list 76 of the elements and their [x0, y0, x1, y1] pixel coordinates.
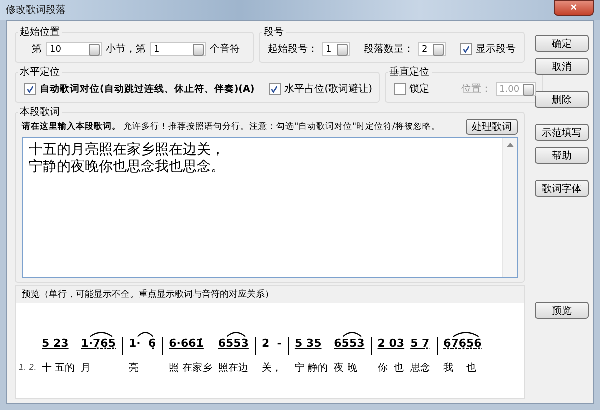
- group-title: 起始位置: [19, 26, 61, 39]
- lyric-syllable: 亮: [128, 362, 139, 375]
- lyric-syllable: 你 也: [378, 362, 404, 375]
- window-title: 修改歌词段落: [6, 4, 66, 17]
- field-label: 小节，第: [106, 42, 146, 56]
- checkbox-label: 显示段号: [476, 43, 516, 56]
- note-group: 1· 6̣: [128, 337, 156, 357]
- dialog-button[interactable]: 帮助: [535, 147, 589, 164]
- checkbox[interactable]: [268, 83, 281, 95]
- dialog-button[interactable]: 示范填写: [535, 124, 589, 141]
- note-group: 6·661̇: [169, 337, 204, 357]
- lyric-syllable: 关，: [262, 362, 282, 375]
- lyric-syllable: 我 也: [444, 362, 476, 375]
- spin-field[interactable]: 1: [322, 42, 350, 56]
- group-title: 垂直定位: [388, 66, 431, 79]
- bar-line: [436, 337, 438, 355]
- note-group: 2 -: [262, 337, 282, 357]
- field-label: 个音符: [210, 42, 240, 56]
- checkbox-label: 水平占位(歌词避让): [284, 82, 373, 96]
- spinner-icon[interactable]: [193, 44, 204, 56]
- spin-field[interactable]: 10: [46, 42, 102, 56]
- bar-line: [254, 337, 256, 355]
- group-title: 水平定位: [19, 66, 61, 79]
- group-title: 本段歌词: [19, 106, 61, 119]
- spin-field[interactable]: 2: [418, 42, 446, 56]
- dialog-button[interactable]: 确定: [535, 35, 589, 52]
- dialog-button[interactable]: 取消: [535, 58, 589, 75]
- lyric-syllable: 照在边: [218, 362, 248, 375]
- spinner-icon[interactable]: [522, 84, 534, 96]
- bar-line: [122, 337, 123, 355]
- checkbox[interactable]: [460, 43, 472, 55]
- note-group: 1·7̣6̣5̣: [81, 337, 116, 357]
- slur-icon: [136, 331, 154, 338]
- spinner-icon[interactable]: [337, 44, 348, 56]
- lyric-syllable: 夜 晚: [334, 362, 358, 375]
- note-group: 2 03: [378, 337, 405, 357]
- checkbox[interactable]: [24, 83, 36, 95]
- slur-icon: [226, 331, 247, 338]
- checkbox-label: 自动歌词对位(自动跳过连线、休止符、伴奏)(A): [40, 82, 255, 96]
- note-group: 5 7̣: [410, 337, 430, 357]
- note-group: 5 35: [294, 337, 322, 357]
- spin-field[interactable]: 1: [150, 42, 206, 56]
- field-label: 段落数量：: [364, 42, 414, 56]
- bar-line: [162, 337, 164, 355]
- slur-icon: [342, 331, 363, 338]
- preview-button[interactable]: 预览: [535, 302, 589, 319]
- spinner-icon[interactable]: [89, 44, 100, 56]
- slur-icon: [89, 331, 114, 338]
- lyric-line: 宁静的夜晚你也思念我也思念。: [29, 159, 226, 176]
- dialog-button[interactable]: 删除: [535, 91, 589, 108]
- note-group: 5 23: [42, 337, 69, 357]
- note-group: 6553: [218, 337, 249, 357]
- lyrics-text-area[interactable]: 十五的月亮照在家乡照在边关， 宁静的夜晚你也思念我也思念。: [22, 137, 518, 278]
- lyric-line: 十五的月亮照在家乡照在边关，: [29, 142, 226, 159]
- lyric-syllable: 十 五的: [42, 362, 76, 375]
- lyric-syllable: 月: [81, 362, 92, 375]
- checkbox-label: 锁定: [410, 82, 430, 96]
- spinner-icon[interactable]: [433, 44, 444, 56]
- verse-number: 1. 2.: [19, 363, 37, 372]
- preview-title: 预览（单行，可能显示不全。重点显示歌词与音符的对应关系）: [16, 286, 524, 303]
- note-group: 6̣7̣6̣5̣6̣: [444, 337, 482, 357]
- bar-line: [288, 337, 289, 355]
- lyric-syllable: 思念: [410, 362, 431, 375]
- hint-text: 请在这里输入本段歌词。 允许多行！推荐按照语句分行。注意：勾选"自动歌词对位"时定位符/将被忽略。: [22, 121, 440, 133]
- field-label: 第: [32, 43, 42, 56]
- process-lyrics-button[interactable]: 处理歌词: [466, 119, 518, 135]
- note-group: 6553: [334, 337, 365, 357]
- slur-icon: [452, 331, 480, 338]
- dialog-button[interactable]: 歌词字体: [535, 180, 589, 197]
- lyric-syllable: 照 在家乡: [169, 362, 212, 375]
- field-label: 起始段号：: [268, 42, 318, 56]
- group-title: 段号: [263, 26, 285, 39]
- bar-line: [370, 337, 372, 355]
- scroll-bar[interactable]: [502, 138, 517, 277]
- field-label: 位置：: [462, 82, 492, 96]
- lyric-syllable: 宁 静的: [294, 362, 328, 375]
